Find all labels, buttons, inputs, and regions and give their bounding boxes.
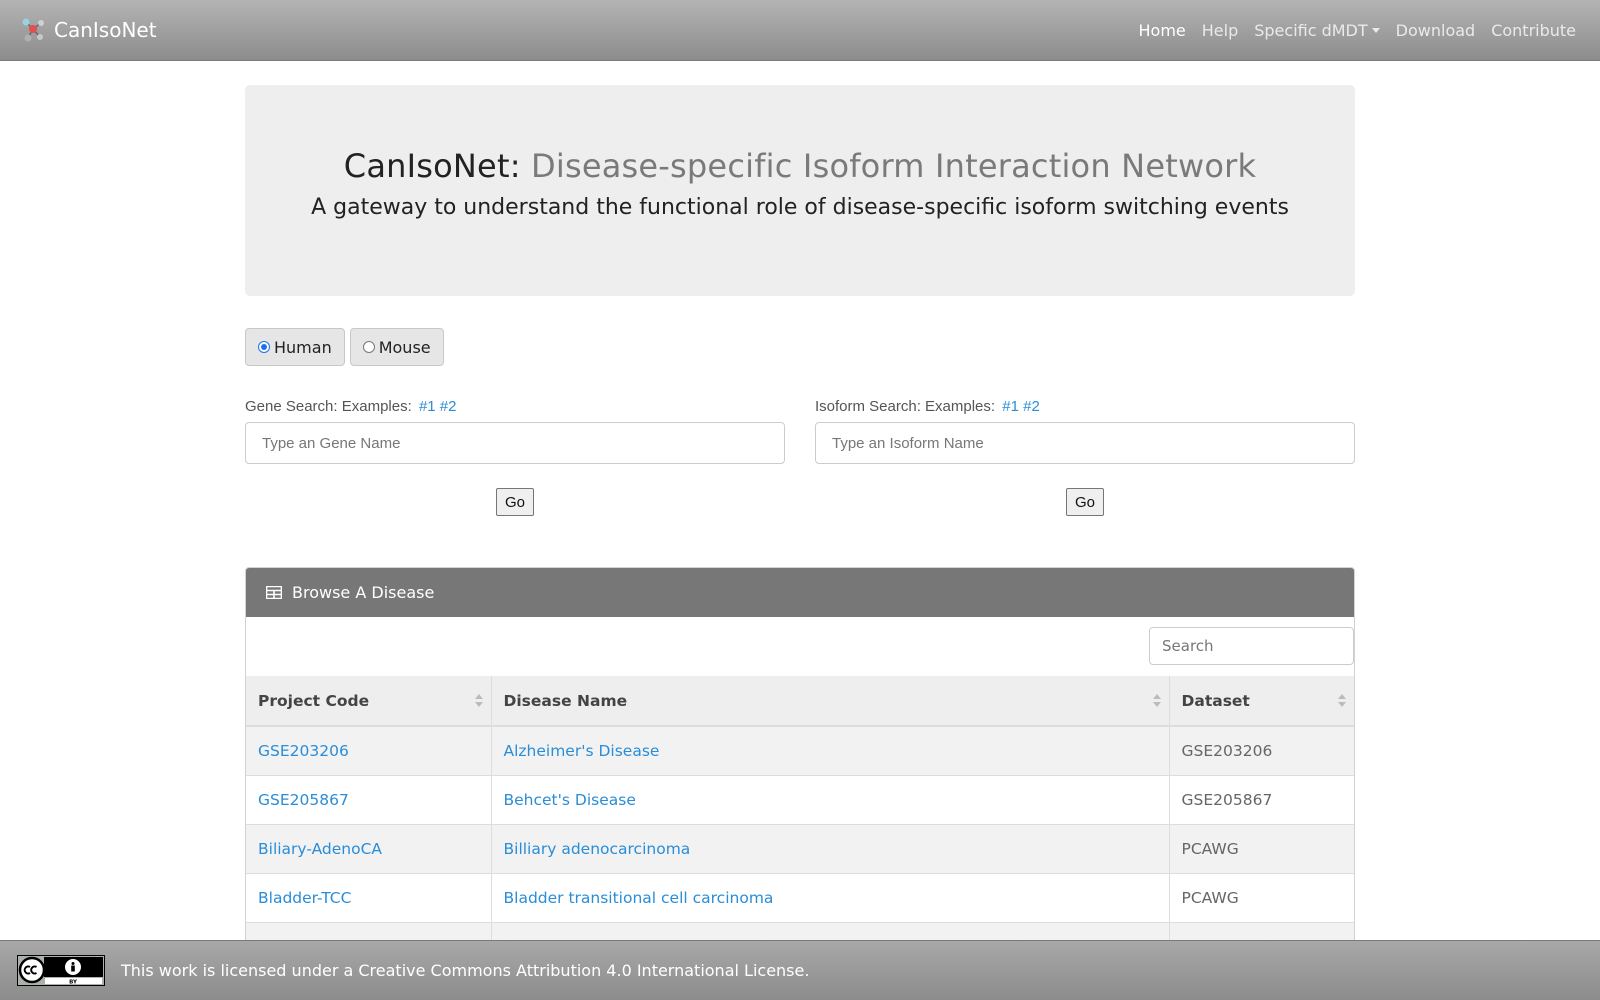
project-code-link[interactable]: Biliary-AdenoCA	[258, 840, 382, 858]
cell-dataset: PCAWG	[1169, 873, 1354, 923]
title-muted: Disease-specific Isoform Interaction Net…	[531, 147, 1257, 185]
column-label: Dataset	[1181, 691, 1250, 710]
panel-header: Browse A Disease	[246, 568, 1354, 617]
nav-download[interactable]: Download	[1388, 21, 1484, 40]
caret-down-icon	[1371, 27, 1380, 33]
isoform-search-label: Isoform Search: Examples: #1 #2	[815, 398, 1355, 420]
disease-name-link[interactable]: Bladder transitional cell carcinoma	[504, 889, 774, 907]
isoform-example-1-link[interactable]: #1	[1002, 398, 1019, 415]
cell-disease-name: Bladder transitional cell carcinoma	[491, 873, 1170, 923]
brand-link[interactable]: CanIsoNet	[18, 15, 157, 45]
cell-project-code: Bladder-TCC	[246, 873, 492, 923]
nav-contribute[interactable]: Contribute	[1483, 21, 1584, 40]
species-mouse-option[interactable]: Mouse	[349, 328, 444, 366]
table-row: Bladder-TCC Bladder transitional cell ca…	[246, 873, 1354, 923]
isoform-search-input[interactable]	[815, 422, 1355, 464]
table-row: GSE205867 Behcet's Disease GSE205867	[246, 775, 1354, 825]
gene-search-label: Gene Search: Examples: #1 #2	[245, 398, 785, 420]
column-header-project-code[interactable]: Project Code	[246, 676, 492, 727]
gene-search-label-text: Gene Search: Examples:	[245, 398, 412, 415]
table-search-input[interactable]	[1149, 627, 1354, 665]
isoform-go-button[interactable]: Go	[1066, 488, 1104, 516]
disease-name-link[interactable]: Behcet's Disease	[504, 791, 636, 809]
footer: BY This work is licensed under a Creativ…	[0, 940, 1600, 1000]
species-human-label: Human	[274, 337, 332, 357]
gene-go-button[interactable]: Go	[496, 488, 534, 516]
project-code-link[interactable]: Bladder-TCC	[258, 889, 351, 907]
gene-example-2-link[interactable]: #2	[440, 398, 457, 415]
cell-disease-name: Behcet's Disease	[491, 775, 1170, 825]
column-header-dataset[interactable]: Dataset	[1169, 676, 1354, 727]
table-header-row: Project Code Disease Name Dataset	[246, 676, 1354, 727]
table-row: GSE203206 Alzheimer's Disease GSE203206	[246, 726, 1354, 776]
cell-dataset: GSE203206	[1169, 726, 1354, 776]
hero-jumbotron: CanIsoNet: Disease-specific Isoform Inte…	[245, 85, 1355, 296]
gene-search-block: Gene Search: Examples: #1 #2 Go	[245, 398, 785, 516]
page-subtitle: A gateway to understand the functional r…	[311, 195, 1289, 220]
sort-arrows-icon[interactable]	[474, 694, 483, 708]
table-row: Biliary-AdenoCA Billiary adenocarcinoma …	[246, 824, 1354, 874]
table-toolbar	[246, 617, 1354, 676]
license-text: This work is licensed under a Creative C…	[121, 961, 810, 980]
isoform-search-block: Isoform Search: Examples: #1 #2 Go	[815, 398, 1355, 516]
project-code-link[interactable]: GSE203206	[258, 742, 349, 760]
radio-unchecked-icon[interactable]	[362, 341, 375, 353]
isoform-search-label-text: Isoform Search: Examples:	[815, 398, 996, 415]
panel-title: Browse A Disease	[292, 583, 435, 602]
brand-name: CanIsoNet	[54, 18, 157, 42]
nav-links: Home Help Specific dMDT Download Contrib…	[1131, 21, 1585, 40]
radio-checked-icon[interactable]	[258, 341, 270, 353]
cell-project-code: GSE205867	[246, 775, 492, 825]
species-toggle: Human Mouse	[245, 328, 444, 366]
network-logo-icon	[22, 18, 44, 42]
disease-table: Project Code Disease Name Dataset GSE203…	[246, 676, 1354, 946]
page-title: CanIsoNet: Disease-specific Isoform Inte…	[245, 147, 1355, 185]
title-prefix: CanIsoNet:	[343, 147, 521, 185]
navbar: CanIsoNet Home Help Specific dMDT Downlo…	[0, 0, 1600, 61]
cell-project-code: GSE203206	[246, 726, 492, 776]
sort-arrows-icon[interactable]	[1338, 694, 1346, 708]
project-code-link[interactable]: GSE205867	[258, 791, 349, 809]
gene-search-input[interactable]	[245, 422, 785, 464]
column-header-disease-name[interactable]: Disease Name	[491, 676, 1170, 727]
cell-disease-name: Billiary adenocarcinoma	[491, 824, 1170, 874]
cell-disease-name: Alzheimer's Disease	[491, 726, 1170, 776]
cc-by-license-badge-icon[interactable]: BY	[17, 955, 105, 986]
gene-example-1-link[interactable]: #1	[419, 398, 436, 415]
sort-arrows-icon[interactable]	[1152, 694, 1161, 708]
cell-project-code: Biliary-AdenoCA	[246, 824, 492, 874]
cell-dataset: PCAWG	[1169, 824, 1354, 874]
isoform-example-2-link[interactable]: #2	[1023, 398, 1040, 415]
table-icon	[266, 586, 282, 599]
species-mouse-label: Mouse	[378, 337, 431, 357]
cell-dataset: GSE205867	[1169, 775, 1354, 825]
browse-disease-panel: Browse A Disease Project Code Disease Na…	[245, 567, 1355, 947]
disease-name-link[interactable]: Alzheimer's Disease	[504, 742, 660, 760]
species-human-option[interactable]: Human	[245, 328, 345, 366]
column-label: Project Code	[258, 691, 370, 710]
column-label: Disease Name	[503, 691, 628, 710]
svg-text:BY: BY	[69, 980, 78, 986]
nav-home[interactable]: Home	[1131, 21, 1194, 40]
nav-specific-dmdt-label: Specific dMDT	[1254, 20, 1368, 40]
nav-specific-dmdt-dropdown[interactable]: Specific dMDT	[1246, 21, 1387, 40]
disease-name-link[interactable]: Billiary adenocarcinoma	[504, 840, 691, 858]
nav-help[interactable]: Help	[1194, 21, 1246, 40]
